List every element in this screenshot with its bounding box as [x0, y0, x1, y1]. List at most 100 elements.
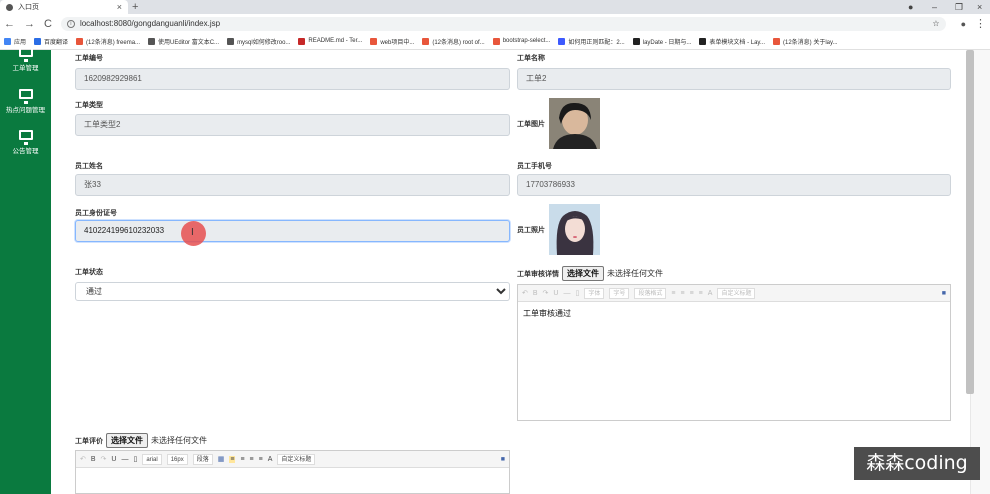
browser-tab-strip — [0, 0, 990, 14]
paragraph-select[interactable]: 段落格式 — [634, 287, 667, 299]
redo-icon[interactable]: ↷ — [101, 455, 107, 463]
watermark: 森森coding — [854, 447, 980, 480]
sidebar-item-hot-issues[interactable]: 热点问题管理 — [0, 89, 51, 114]
menu-icon[interactable]: ⋮ — [975, 17, 986, 30]
bookmark-favicon-icon — [148, 37, 156, 45]
fullscreen-icon[interactable]: ■ — [501, 456, 505, 463]
page-scrollbar-thumb[interactable] — [966, 50, 974, 394]
bookmark-item[interactable]: bootstrap-select... — [492, 37, 551, 45]
account-icon[interactable]: ● — [908, 0, 913, 14]
employee-name-field[interactable]: 张33 — [75, 174, 510, 196]
sidebar: 工单管理 热点问题管理 公告管理 — [0, 47, 51, 494]
forward-icon[interactable]: → — [24, 18, 35, 30]
font-select[interactable]: 字体 — [584, 287, 605, 299]
fullscreen-icon[interactable]: ■ — [942, 290, 946, 297]
custom-title-select[interactable]: 自定义标题 — [277, 453, 316, 465]
bookmark-label: web项目中... — [380, 39, 415, 46]
address-bar: ← → C i localhost:8080/gongdanguanli/ind… — [0, 14, 990, 33]
choose-file-button[interactable]: 选择文件 — [106, 433, 148, 448]
ticket-no-field[interactable]: 1620982929861 — [75, 68, 510, 90]
bookmark-item[interactable]: 表单模块文档 - Lay... — [699, 37, 765, 46]
star-icon[interactable]: ☆ — [932, 19, 939, 28]
clear-format-icon[interactable]: ▯ — [575, 289, 579, 297]
bookmark-favicon-icon — [699, 37, 707, 45]
bookmark-item[interactable]: (12条消息) freema... — [76, 37, 140, 46]
bookmark-apps[interactable]: 应用 — [4, 37, 26, 46]
ticket-name-field[interactable]: 工单2 — [517, 68, 951, 90]
undo-icon[interactable]: ↶ — [80, 455, 86, 463]
sidebar-item-announcements[interactable]: 公告管理 — [0, 130, 51, 155]
underline-icon[interactable]: U — [111, 456, 116, 463]
bold-icon[interactable]: B — [91, 456, 96, 463]
font-select[interactable]: arial — [142, 453, 162, 465]
bookmark-item[interactable]: 百度翻译 — [34, 37, 68, 46]
align-center-icon[interactable]: ≡ — [240, 456, 244, 463]
close-tab-icon[interactable]: × — [117, 2, 122, 12]
employee-phone-field[interactable]: 17703786933 — [517, 174, 951, 196]
bookmark-item[interactable]: layDate - 日期与... — [632, 37, 692, 46]
table-icon[interactable]: ▦ — [218, 455, 225, 463]
minimize-button[interactable]: – — [932, 0, 937, 14]
info-icon[interactable]: i — [66, 19, 75, 28]
bookmarks-bar: 应用 百度翻译 (12条消息) freema... 使用UEditor 富文本C...… — [0, 33, 990, 50]
bookmark-label: layDate - 日期与... — [642, 39, 692, 46]
align-center-icon[interactable]: ≡ — [680, 290, 684, 297]
url-input[interactable]: i localhost:8080/gongdanguanli/index.jsp… — [60, 16, 946, 31]
align-left-icon[interactable]: ≡ — [229, 455, 236, 463]
bookmark-item[interactable]: 使用UEditor 富文本C... — [148, 37, 219, 46]
ticket-image — [549, 98, 600, 149]
bold-icon[interactable]: B — [533, 290, 538, 297]
justify-icon[interactable]: ≡ — [259, 456, 263, 463]
bookmark-item[interactable]: README.md - Ter... — [298, 37, 362, 45]
italic-icon[interactable]: ↷ — [543, 289, 549, 297]
status-select[interactable]: 通过 — [75, 282, 510, 301]
clear-format-icon[interactable]: ▯ — [133, 455, 137, 463]
tab-title: 入口页 — [18, 4, 39, 11]
custom-title-select[interactable]: 自定义标题 — [717, 287, 756, 299]
ticket-type-field[interactable]: 工单类型2 — [75, 114, 510, 136]
bookmark-item[interactable]: web项目中... — [370, 37, 414, 46]
back-icon[interactable]: ← — [4, 18, 15, 30]
bookmark-item[interactable]: (12条消息) 关于lay... — [772, 37, 838, 46]
employee-photo-label: 员工照片 — [517, 227, 545, 234]
size-select[interactable]: 字号 — [609, 287, 630, 299]
align-right-icon[interactable]: ≡ — [690, 290, 694, 297]
no-file-text: 未选择任何文件 — [607, 269, 663, 278]
bookmark-item[interactable]: mysql如何修改roo... — [227, 37, 290, 46]
mouse-cursor-highlight: I — [181, 221, 206, 246]
maximize-button[interactable]: ❐ — [955, 0, 963, 14]
reload-icon[interactable]: C — [44, 18, 52, 30]
align-left-icon[interactable]: ≡ — [671, 290, 675, 297]
bookmark-item[interactable]: (12条消息) root of... — [422, 37, 485, 46]
choose-file-button[interactable]: 选择文件 — [562, 266, 604, 281]
monitor-icon — [18, 47, 33, 62]
align-right-icon[interactable]: ≡ — [250, 456, 254, 463]
employee-id-field[interactable]: 410224199610232033 — [75, 220, 510, 242]
font-color-icon[interactable]: A — [708, 290, 713, 297]
justify-icon[interactable]: ≡ — [699, 290, 703, 297]
employee-photo — [549, 204, 600, 255]
paragraph-select[interactable]: 段落 — [192, 453, 213, 465]
review-editor-body[interactable]: 工单审核通过 — [518, 302, 950, 325]
hr-icon[interactable]: — — [121, 456, 128, 463]
ticket-type-label: 工单类型 — [75, 102, 103, 109]
bookmark-label: 表单模块文档 - Lay... — [709, 39, 765, 46]
undo-icon[interactable]: ↶ — [522, 289, 528, 297]
bookmark-favicon-icon — [298, 37, 306, 45]
bookmark-label: bootstrap-select... — [502, 38, 551, 44]
main-content: 工单编号 1620982929861 工单名称 工单2 工单类型 工单类型2 工… — [51, 50, 970, 494]
employee-phone-label: 员工手机号 — [517, 163, 552, 170]
bookmark-item[interactable]: 如何用正则匹配：2... — [558, 37, 625, 46]
sidebar-item-ticket-management[interactable]: 工单管理 — [0, 47, 51, 72]
profile-icon[interactable]: ● — [961, 19, 966, 29]
hr-icon[interactable]: — — [563, 290, 570, 297]
browser-tab[interactable]: 入口页 × — [0, 0, 128, 14]
monitor-icon — [18, 130, 33, 145]
monitor-icon — [18, 89, 33, 104]
close-window-button[interactable]: × — [977, 0, 982, 14]
size-select[interactable]: 16px — [166, 453, 188, 465]
evaluation-label: 工单评价 — [75, 437, 103, 445]
underline-icon[interactable]: U — [553, 290, 558, 297]
new-tab-button[interactable]: + — [132, 0, 138, 14]
font-color-icon[interactable]: A — [268, 456, 273, 463]
